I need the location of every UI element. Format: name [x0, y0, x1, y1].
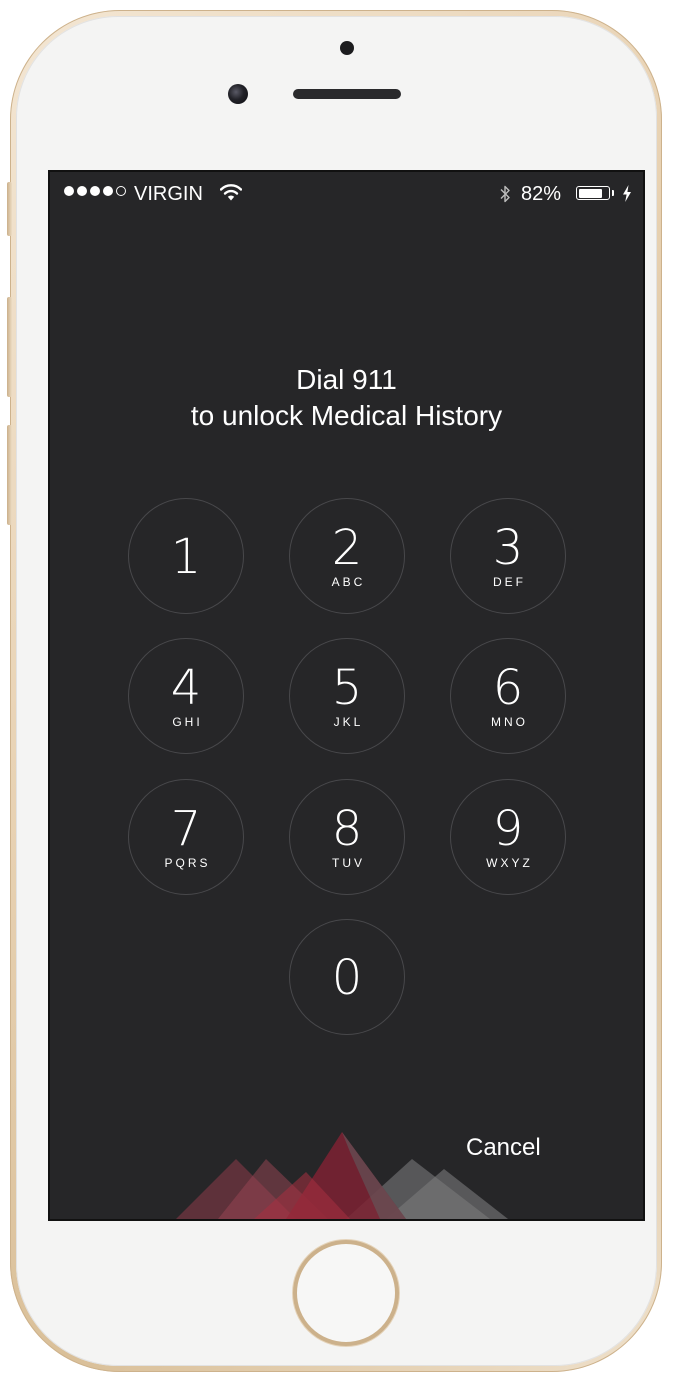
key-digit: 4 [170, 660, 202, 716]
key-digit: 3 [492, 520, 524, 576]
lock-screen: VIRGIN 82% Dial 911 to unlock Medical Hi… [48, 170, 645, 1221]
key-letters: WXYZ [486, 856, 533, 870]
key-2[interactable]: 2 ABC [289, 498, 405, 614]
cancel-button[interactable]: Cancel [466, 1134, 541, 1162]
signal-dot-empty [116, 186, 126, 196]
prompt-subtitle: to unlock Medical History [190, 400, 503, 431]
signal-dot-filled [103, 186, 113, 196]
key-letters: GHI [172, 715, 203, 729]
battery-level-fill [578, 188, 603, 198]
key-3[interactable]: 3 DEF [450, 498, 566, 614]
key-digit: 8 [331, 801, 363, 857]
key-digit: 7 [170, 801, 202, 857]
carrier-name: VIRGIN [134, 183, 203, 205]
volume-down-button [7, 425, 12, 525]
phone-mockup: VIRGIN 82% Dial 911 to unlock Medical Hi… [0, 0, 673, 1381]
battery-percentage: 82% [521, 183, 562, 205]
key-1[interactable]: 1 [128, 498, 244, 614]
volume-up-button [7, 297, 12, 397]
signal-strength-indicator [64, 186, 126, 196]
key-letters: ABC [331, 575, 366, 589]
key-digit: 0 [331, 950, 363, 1006]
key-letters: MNO [491, 715, 528, 729]
key-digit: 9 [492, 801, 524, 857]
key-letters: PQRS [164, 856, 211, 870]
battery-terminal [612, 190, 614, 196]
signal-dot-filled [77, 186, 87, 196]
wifi-icon [220, 184, 242, 201]
home-button[interactable] [293, 1240, 399, 1346]
key-digit: 5 [331, 660, 363, 716]
signal-dot-filled [90, 186, 100, 196]
signal-dot-filled [64, 186, 74, 196]
key-4[interactable]: 4 GHI [128, 638, 244, 754]
key-letters: JKL [333, 715, 364, 729]
key-8[interactable]: 8 TUV [289, 779, 405, 895]
mute-switch [7, 182, 12, 236]
earpiece-speaker [293, 89, 401, 99]
key-5[interactable]: 5 JKL [289, 638, 405, 754]
prompt-title: Dial 911 [296, 364, 397, 395]
key-6[interactable]: 6 MNO [450, 638, 566, 754]
status-bar: VIRGIN 82% [50, 172, 643, 218]
key-digit: 2 [331, 520, 363, 576]
key-letters: DEF [493, 575, 526, 589]
mountains-logo [176, 1132, 508, 1219]
key-letters: TUV [332, 856, 365, 870]
battery-icon [576, 186, 610, 200]
key-digit: 6 [492, 660, 524, 716]
bluetooth-icon [500, 185, 510, 203]
proximity-sensor [340, 41, 354, 55]
key-9[interactable]: 9 WXYZ [450, 779, 566, 895]
key-digit: 1 [170, 529, 202, 585]
key-7[interactable]: 7 PQRS [128, 779, 244, 895]
key-0[interactable]: 0 [289, 919, 405, 1035]
front-camera-icon [228, 84, 248, 104]
charging-bolt-icon [623, 185, 631, 202]
